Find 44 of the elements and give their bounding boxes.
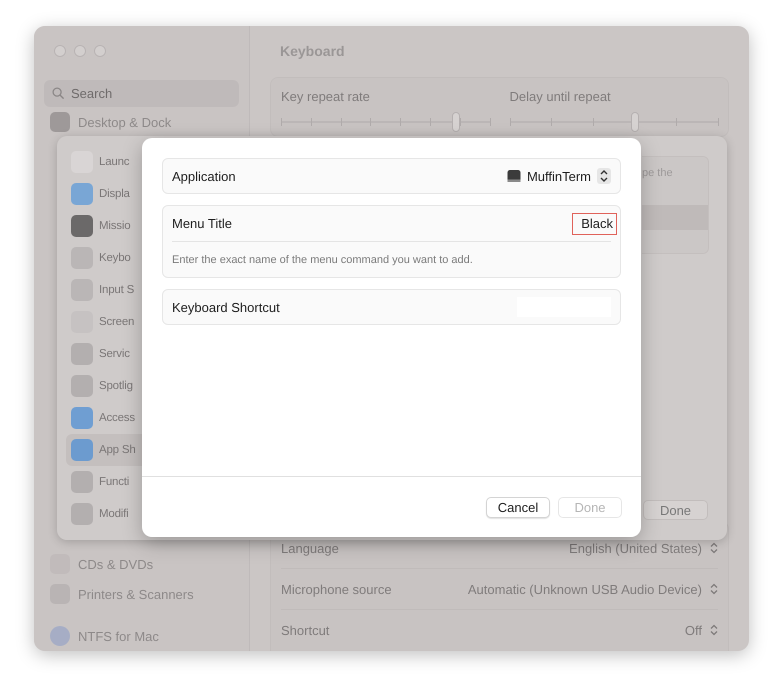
list-item[interactable]: Screen — [66, 306, 142, 338]
sidebar-item[interactable]: Printers & Scanners — [44, 579, 239, 609]
minimize-button[interactable] — [74, 45, 86, 57]
search-field[interactable]: Search — [44, 80, 239, 107]
list-item[interactable]: Launc — [66, 146, 142, 178]
list-item[interactable]: Access — [66, 402, 142, 434]
slider-label: Delay until repeat — [510, 89, 612, 106]
list-item[interactable]: Missio — [66, 210, 142, 242]
popup-button[interactable]: English (United States) — [569, 540, 718, 556]
selected-row[interactable] — [642, 205, 708, 230]
zoom-button[interactable] — [94, 45, 106, 57]
sidebar-item[interactable]: CDs & DVDs — [44, 549, 239, 579]
up-down-icon — [710, 583, 718, 595]
setting-label: Language — [281, 540, 339, 556]
list-item[interactable]: Servic — [66, 338, 142, 370]
menu-title-field[interactable]: Black — [572, 212, 617, 234]
list-item[interactable]: Input S — [66, 274, 142, 306]
list-item[interactable]: Modifi — [66, 498, 142, 530]
up-down-icon — [710, 542, 718, 554]
field-label: Keyboard Shortcut — [172, 300, 280, 314]
popup-button[interactable]: Off — [684, 622, 718, 638]
field-label: Menu Title — [172, 216, 232, 231]
hint-text: Enter the exact name of the menu command you want to add. — [172, 252, 474, 268]
slider-thumb[interactable] — [452, 112, 460, 132]
field-label: Application — [172, 168, 236, 184]
setting-label: Shortcut — [281, 622, 330, 638]
up-down-icon — [597, 168, 611, 184]
setting-label: Microphone source — [281, 582, 392, 596]
list-item[interactable]: Spotlig — [66, 370, 142, 402]
sidebar-item[interactable]: Desktop & Dock — [44, 107, 239, 137]
list-item[interactable]: Keybo — [66, 242, 142, 274]
up-down-icon — [710, 624, 718, 636]
close-button[interactable] — [54, 45, 66, 57]
list-item[interactable]: Displa — [66, 178, 142, 210]
cancel-button[interactable]: Cancel — [486, 496, 550, 518]
slider-thumb[interactable] — [630, 112, 639, 132]
terminal-icon — [506, 169, 521, 183]
slider-label: Key repeat rate — [281, 89, 371, 106]
list-item[interactable]: Functi — [66, 466, 142, 498]
popup-button[interactable]: Automatic (Unknown USB Audio Device) — [468, 582, 718, 596]
sidebar-item[interactable]: NTFS for Mac — [44, 621, 239, 651]
application-popup[interactable]: MuffinTerm — [506, 168, 611, 184]
done-button[interactable]: Done — [643, 500, 708, 520]
list-item[interactable]: App Sh — [66, 434, 142, 466]
